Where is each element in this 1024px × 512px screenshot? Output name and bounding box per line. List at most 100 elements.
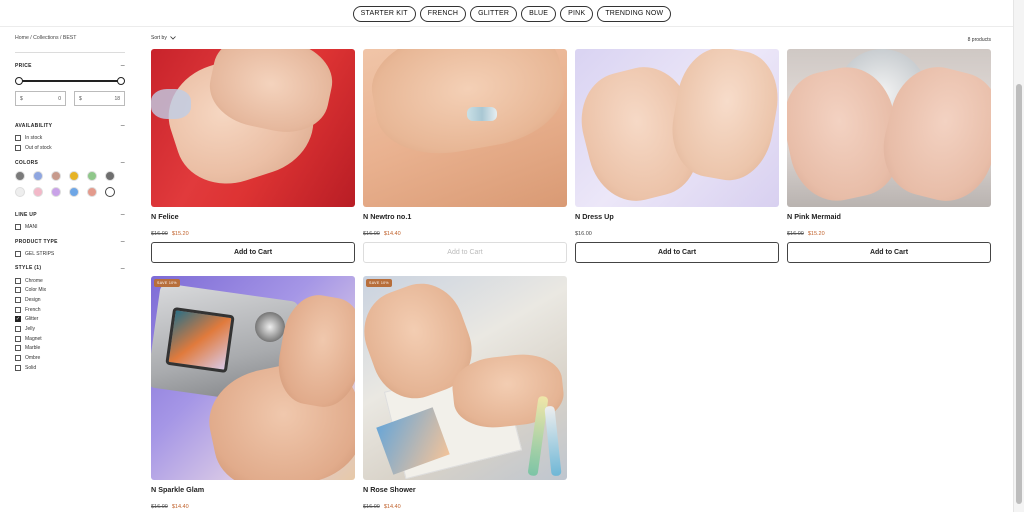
scrollbar[interactable]: [1013, 0, 1024, 512]
add-to-cart-button[interactable]: Add to Cart: [575, 242, 779, 263]
product-image[interactable]: [151, 49, 355, 207]
checkbox-in-stock[interactable]: In stock: [15, 133, 125, 143]
color-swatch[interactable]: [33, 171, 43, 182]
checkbox[interactable]: [15, 296, 21, 303]
price-slider-min-handle[interactable]: [15, 77, 23, 85]
checkbox[interactable]: ✓: [15, 316, 21, 323]
checkbox-style-option[interactable]: Ombre: [15, 353, 125, 363]
checkbox-style-option[interactable]: Chrome: [15, 276, 125, 286]
add-to-cart-button[interactable]: Add to Cart: [363, 242, 567, 263]
product-name[interactable]: N Newtro no.1: [363, 212, 567, 222]
product-name[interactable]: N Felice: [151, 212, 355, 222]
price-slider-max-handle[interactable]: [117, 77, 125, 85]
price-min-input[interactable]: $0: [15, 91, 66, 106]
checkbox[interactable]: [15, 250, 21, 257]
checkbox-style-option[interactable]: Solid: [15, 363, 125, 373]
checkbox-style-option[interactable]: ✓ Glitter: [15, 315, 125, 325]
checkbox[interactable]: [15, 345, 21, 352]
sort-label: Sort by: [151, 35, 167, 41]
minus-icon[interactable]: –: [121, 265, 125, 272]
color-swatch[interactable]: [87, 187, 97, 198]
checkbox-out-of-stock[interactable]: Out of stock: [15, 143, 125, 153]
minus-icon[interactable]: –: [121, 122, 125, 129]
minus-icon[interactable]: –: [121, 211, 125, 218]
checkbox[interactable]: [15, 335, 21, 342]
product-image[interactable]: [575, 49, 779, 207]
product-image[interactable]: [787, 49, 991, 207]
checkbox[interactable]: [15, 306, 21, 313]
color-swatch[interactable]: [105, 187, 115, 198]
lineup-filter-header[interactable]: LINE UP –: [15, 211, 125, 218]
product-card[interactable]: N Dress Up $16.00 Add to Cart: [575, 49, 779, 263]
color-swatch[interactable]: [33, 187, 43, 198]
checkbox[interactable]: [15, 277, 21, 284]
product-name[interactable]: N Pink Mermaid: [787, 212, 991, 222]
sort-dropdown[interactable]: Sort by: [151, 35, 176, 41]
product-card[interactable]: SAVE 10% N Rose Shower $16.00 $14.40: [363, 276, 567, 512]
currency-symbol: $: [20, 95, 23, 102]
color-swatch[interactable]: [51, 171, 61, 182]
product-image[interactable]: [363, 49, 567, 207]
price-slider-rail: [18, 80, 122, 82]
product-card[interactable]: N Felice $16.00 $15.20 Add to Cart: [151, 49, 355, 263]
product-card[interactable]: N Newtro no.1 $16.00 $14.40 Add to Cart: [363, 49, 567, 263]
checkbox-style-option[interactable]: Jelly: [15, 324, 125, 334]
checkbox-style-option[interactable]: Magnet: [15, 334, 125, 344]
checkbox-label: MANI: [25, 224, 38, 231]
checkbox[interactable]: [15, 326, 21, 333]
color-swatch[interactable]: [15, 187, 25, 198]
color-swatch[interactable]: [69, 171, 79, 182]
add-to-cart-button[interactable]: Add to Cart: [151, 242, 355, 263]
product-name[interactable]: N Rose Shower: [363, 485, 567, 495]
sale-price: $14.40: [383, 504, 401, 510]
breadcrumb[interactable]: Home / Collections / BEST: [15, 35, 125, 45]
checkbox[interactable]: [15, 364, 21, 371]
checkbox[interactable]: [15, 134, 21, 141]
original-price: $16.00: [151, 231, 168, 237]
filter-sidebar: Home / Collections / BEST PRICE – $0 $18 …: [15, 35, 125, 373]
checkbox-style-option[interactable]: Design: [15, 295, 125, 305]
product-image[interactable]: SAVE 10%: [363, 276, 567, 480]
product-card[interactable]: SAVE 10% N Sparkle Glam $16.00 $14.40: [151, 276, 355, 512]
color-swatch[interactable]: [15, 171, 25, 182]
pill-glitter[interactable]: GLITTER: [470, 5, 518, 22]
pill-french[interactable]: FRENCH: [419, 5, 467, 22]
pill-pink[interactable]: PINK: [560, 5, 594, 22]
product-name[interactable]: N Dress Up: [575, 212, 779, 222]
product-type-filter-header[interactable]: PRODUCT TYPE –: [15, 238, 125, 245]
original-price: $16.00: [787, 231, 804, 237]
checkbox[interactable]: [15, 224, 21, 231]
product-card[interactable]: N Pink Mermaid $16.00 $15.20 Add to Cart: [787, 49, 991, 263]
checkbox-style-option[interactable]: French: [15, 305, 125, 315]
checkbox[interactable]: [15, 144, 21, 151]
price-filter-header[interactable]: PRICE –: [15, 62, 125, 69]
color-swatch[interactable]: [69, 187, 79, 198]
style-filter-header[interactable]: STYLE (1) –: [15, 265, 125, 272]
availability-filter-header[interactable]: AVAILABILITY –: [15, 122, 125, 129]
checkbox[interactable]: [15, 355, 21, 362]
minus-icon[interactable]: –: [121, 62, 125, 69]
color-swatch[interactable]: [51, 187, 61, 198]
checkbox-style-option[interactable]: Marble: [15, 344, 125, 354]
minus-icon[interactable]: –: [121, 238, 125, 245]
colors-filter-header[interactable]: COLORS –: [15, 159, 125, 166]
minus-icon[interactable]: –: [121, 159, 125, 166]
add-to-cart-button[interactable]: Add to Cart: [787, 242, 991, 263]
scrollbar-thumb[interactable]: [1016, 84, 1022, 504]
checkbox-gel-strips[interactable]: GEL STRIPS: [15, 249, 125, 259]
price-max-input[interactable]: $18: [74, 91, 125, 106]
checkbox[interactable]: [15, 287, 21, 294]
checkbox-mani[interactable]: MANI: [15, 222, 125, 232]
pill-trending-now[interactable]: TRENDING NOW: [597, 5, 672, 22]
original-price: $16.00: [363, 504, 380, 510]
lineup-filter-title: LINE UP: [15, 211, 37, 218]
product-name[interactable]: N Sparkle Glam: [151, 485, 355, 495]
product-image[interactable]: SAVE 10%: [151, 276, 355, 480]
price-slider[interactable]: [15, 76, 125, 86]
pill-blue[interactable]: BLUE: [521, 5, 557, 22]
color-swatch[interactable]: [105, 171, 115, 182]
checkbox-style-option[interactable]: Color Mix: [15, 285, 125, 295]
pill-starter-kit[interactable]: STARTER KIT: [352, 5, 416, 22]
color-swatch[interactable]: [87, 171, 97, 182]
top-filter-bar: STARTER KIT FRENCH GLITTER BLUE PINK TRE…: [0, 0, 1024, 27]
